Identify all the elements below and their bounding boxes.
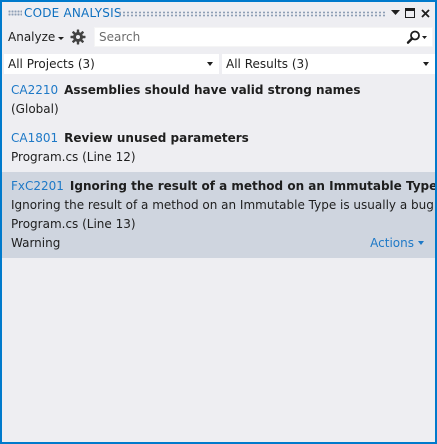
result-title: Review unused parameters (64, 131, 249, 145)
result-header: CA2210 Assemblies should have valid stron… (11, 81, 435, 100)
search-icon (406, 30, 427, 44)
title-grip-left (8, 10, 22, 16)
close-icon (420, 8, 430, 18)
search-button[interactable] (406, 30, 428, 45)
title-grip[interactable] (118, 11, 386, 17)
chevron-down-icon (390, 10, 400, 15)
result-location[interactable]: Program.cs (Line 12) (11, 148, 435, 167)
code-analysis-window: CODE ANALYSIS Analyze Search All Project… (0, 0, 437, 444)
result-location: (Global) (11, 102, 59, 116)
title-bar[interactable]: CODE ANALYSIS (2, 2, 435, 24)
search-box (94, 27, 433, 47)
severity-label: Warning (11, 236, 61, 250)
rule-code-link[interactable]: FxC2201 (11, 179, 64, 193)
rule-code-link[interactable]: CA2210 (11, 83, 58, 97)
result-title: Ignoring the result of a method on an Im… (69, 179, 435, 193)
result-location[interactable]: Program.cs (Line 13) (11, 215, 435, 234)
chevron-down-icon (58, 36, 65, 40)
result-description: Ignoring the result of a method on an Im… (11, 198, 434, 212)
result-title: Assemblies should have valid strong name… (64, 83, 361, 97)
window-menu-button[interactable] (389, 7, 401, 19)
maximize-icon (405, 8, 415, 18)
projects-filter-dropdown[interactable]: All Projects (3) (4, 54, 219, 74)
projects-filter-value: All Projects (3) (8, 57, 95, 71)
results-filter-value: All Results (3) (226, 57, 309, 71)
chevron-down-icon (418, 241, 424, 245)
filter-bar: All Projects (3) All Results (3) (2, 52, 435, 74)
actions-label: Actions (370, 236, 414, 250)
result-footer: Warning Actions (11, 234, 435, 253)
chevron-down-icon (207, 62, 213, 66)
search-input[interactable] (99, 29, 399, 45)
result-header: CA1801 Review unused parameters (11, 129, 435, 148)
maximize-button[interactable] (404, 7, 416, 19)
gear-icon (70, 29, 86, 45)
settings-button[interactable] (70, 29, 86, 45)
actions-menu-button[interactable]: Actions (370, 234, 424, 253)
results-filter-dropdown[interactable]: All Results (3) (222, 54, 435, 74)
close-button[interactable] (419, 7, 431, 19)
results-list: CA2210 Assemblies should have valid stron… (2, 76, 435, 258)
result-item[interactable]: CA1801 Review unused parameters Program.c… (2, 124, 435, 172)
toolbar: Analyze (2, 24, 435, 50)
result-item-selected[interactable]: FxC2201 Ignoring the result of a method o… (2, 172, 435, 258)
analyze-menu-button[interactable]: Analyze (8, 28, 65, 46)
result-header: FxC2201 Ignoring the result of a method o… (11, 177, 435, 196)
rule-code-link[interactable]: CA1801 (11, 131, 58, 145)
result-item[interactable]: CA2210 Assemblies should have valid stron… (2, 76, 435, 124)
analyze-label: Analyze (8, 30, 56, 44)
chevron-down-icon (423, 62, 429, 66)
window-title: CODE ANALYSIS (24, 6, 122, 20)
